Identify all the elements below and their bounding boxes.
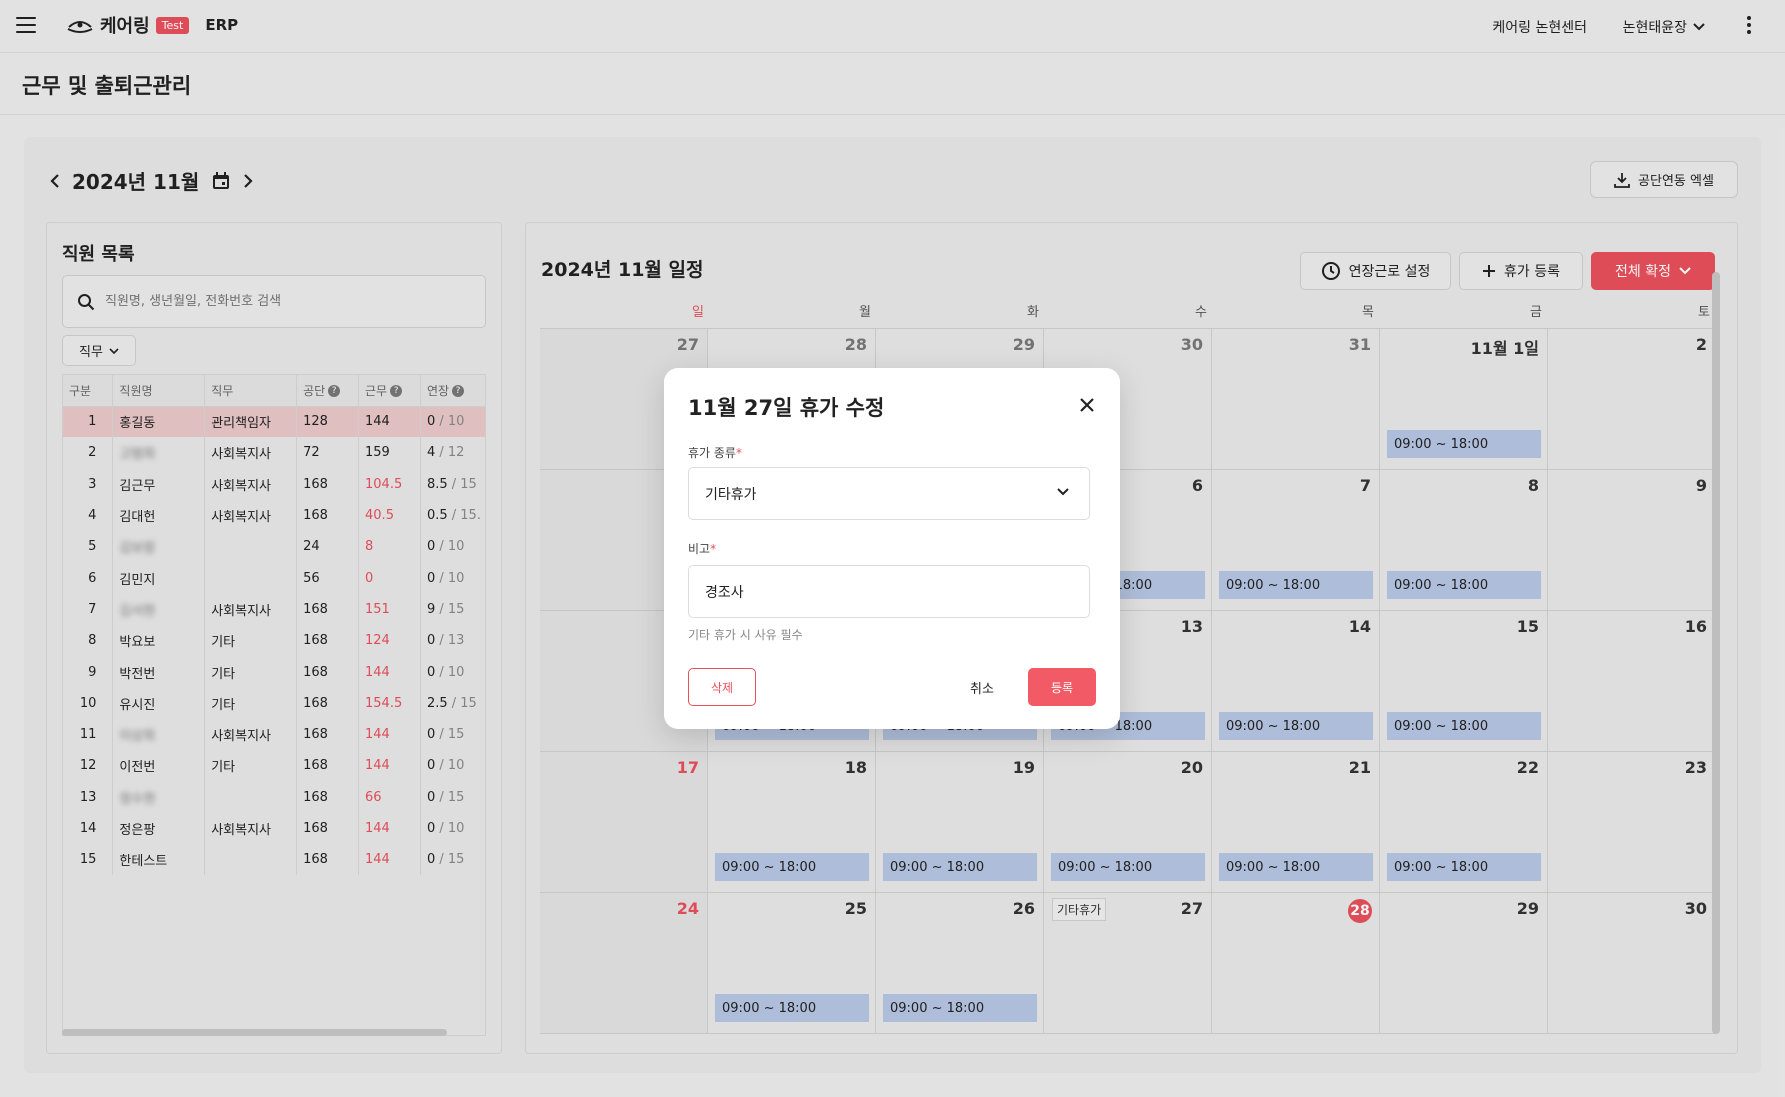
leave-type-value: 기타휴가 <box>705 486 757 503</box>
chevron-down-icon <box>1057 488 1069 496</box>
modal-title: 11월 27일 휴가 수정 <box>688 396 885 420</box>
edit-leave-modal: 11월 27일 휴가 수정 휴가 종류* 기타휴가 비고* 경조사 기타 휴가 … <box>664 368 1120 729</box>
delete-button[interactable]: 삭제 <box>688 668 756 706</box>
memo-input[interactable]: 경조사 <box>688 565 1090 618</box>
close-icon[interactable] <box>1078 396 1096 414</box>
cancel-button[interactable]: 취소 <box>960 668 1004 706</box>
submit-button[interactable]: 등록 <box>1028 668 1096 706</box>
memo-value: 경조사 <box>705 584 744 601</box>
leave-type-select[interactable]: 기타휴가 <box>688 467 1090 520</box>
memo-hint: 기타 휴가 시 사유 필수 <box>688 628 803 642</box>
memo-label: 비고* <box>688 542 717 556</box>
leave-type-label: 휴가 종류* <box>688 446 742 460</box>
